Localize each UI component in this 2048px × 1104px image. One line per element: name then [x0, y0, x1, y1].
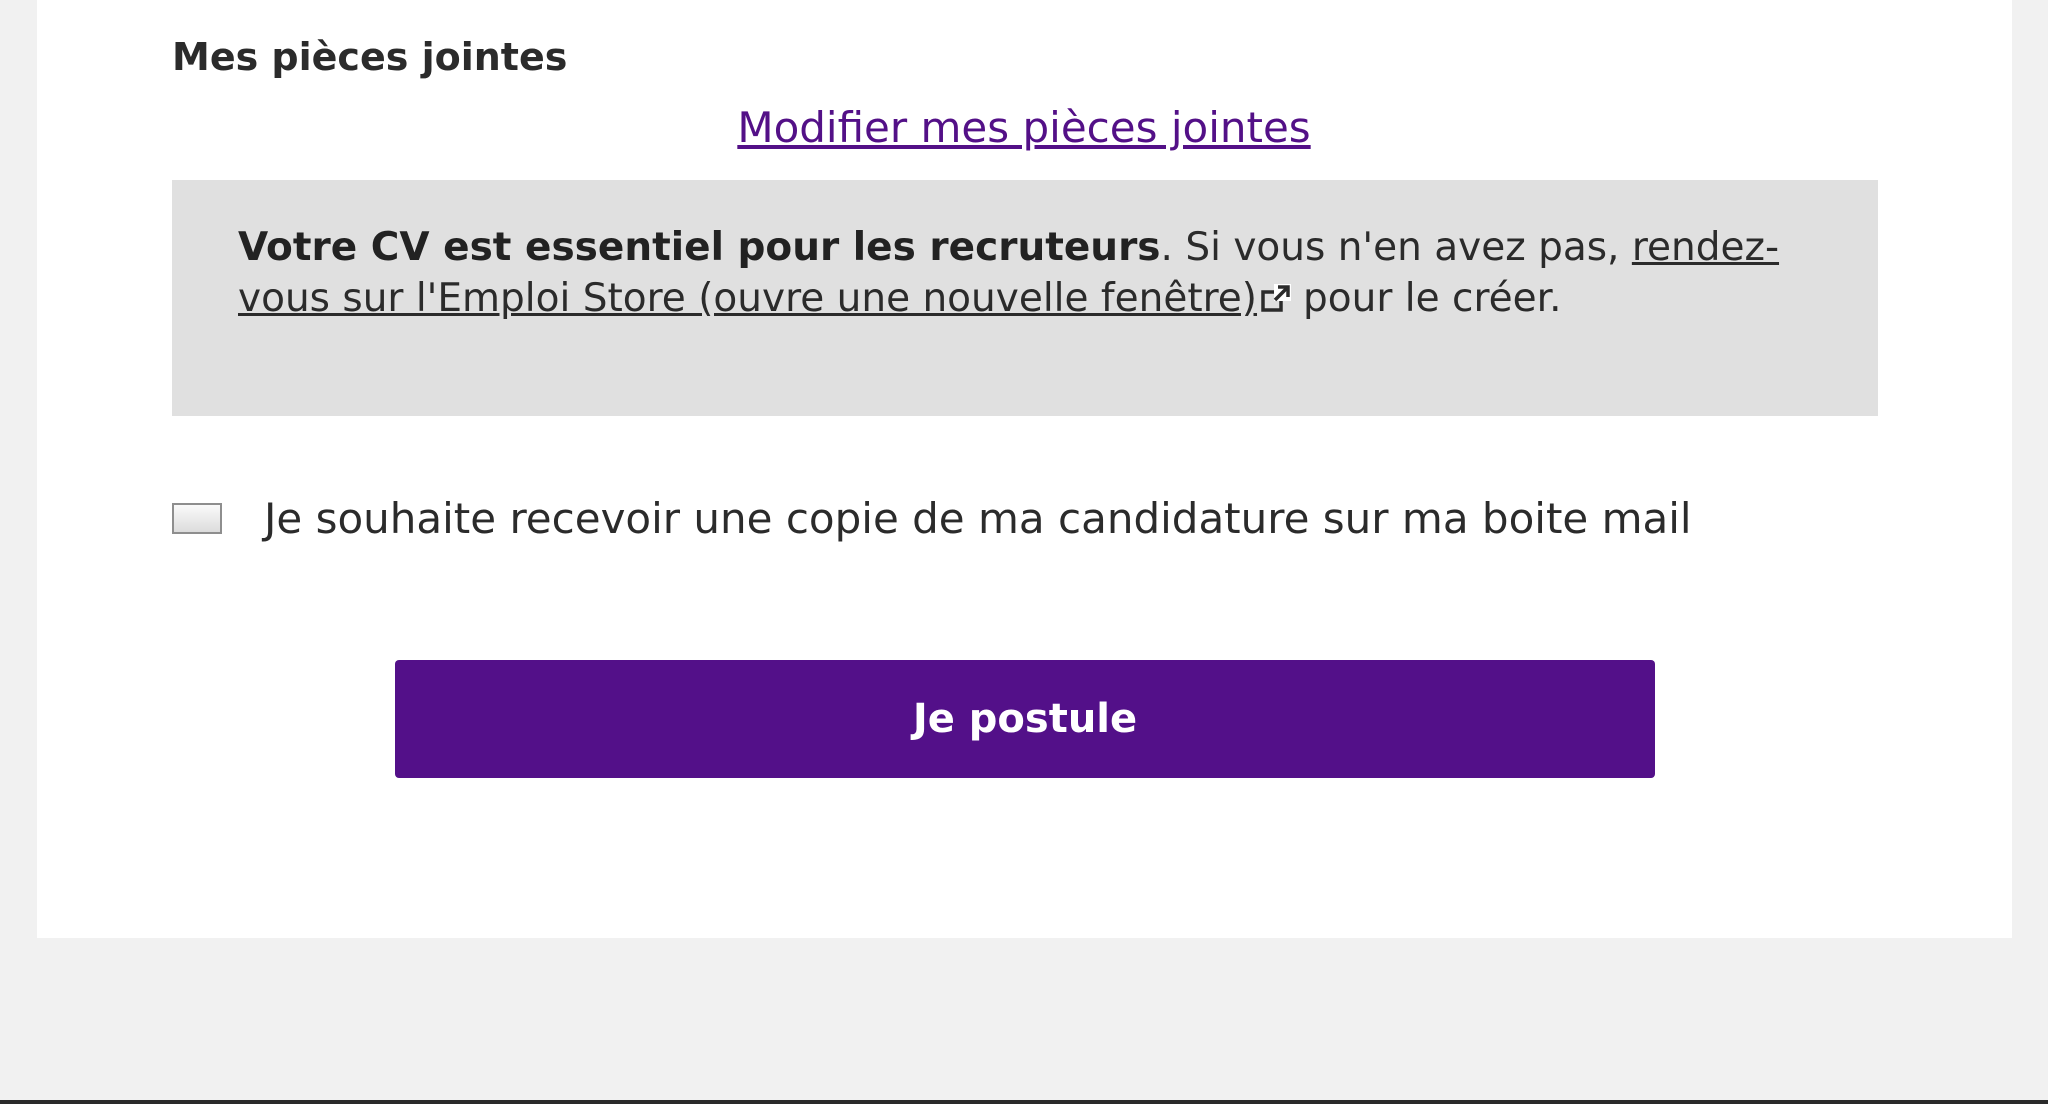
cv-notice-text: Votre CV est essentiel pour les recruteu…: [238, 222, 1858, 327]
copy-email-label: Je souhaite recevoir une copie de ma can…: [264, 494, 1692, 543]
attachments-title: Mes pièces jointes: [172, 35, 568, 79]
cv-notice-strong: Votre CV est essentiel pour les recruteu…: [238, 225, 1161, 270]
cv-notice-text-end: pour le créer.: [1303, 276, 1562, 321]
bottom-divider: [0, 1100, 2048, 1104]
cv-notice-box: Votre CV est essentiel pour les recruteu…: [172, 180, 1878, 416]
external-link-icon: [1261, 276, 1292, 327]
cv-notice-text-middle: . Si vous n'en avez pas,: [1160, 225, 1632, 270]
apply-button[interactable]: Je postule: [395, 660, 1655, 778]
modify-attachments-link[interactable]: Modifier mes pièces jointes: [0, 100, 2048, 156]
